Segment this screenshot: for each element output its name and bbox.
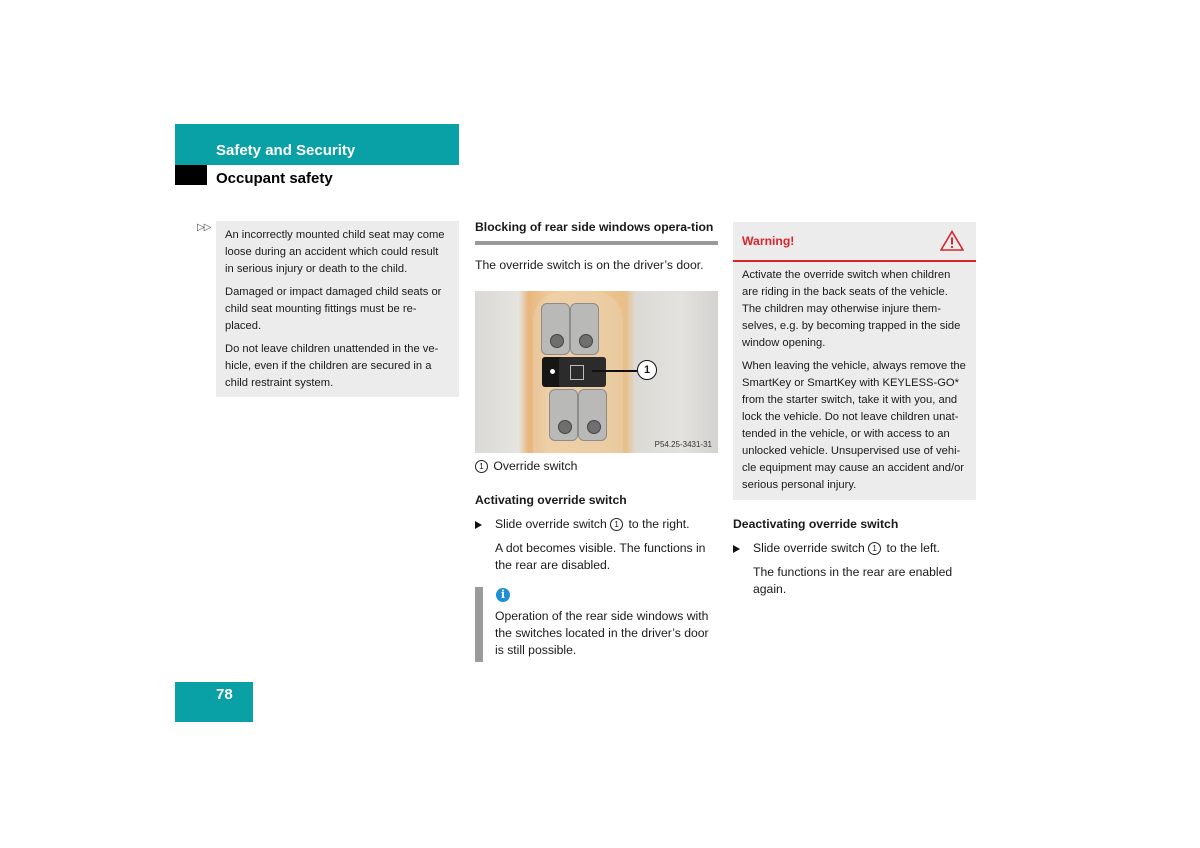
callout-ref: 1: [475, 460, 488, 473]
paragraph: Damaged or impact damaged child seats or…: [225, 286, 442, 332]
override-switch-figure: 1 P54.25-3431-31: [475, 291, 718, 453]
window-switch-front-left: [541, 303, 570, 355]
heading-rule: [475, 241, 718, 245]
deactivating-step: Slide override switch 1 to the left.: [733, 540, 976, 557]
indicator-dot: [550, 369, 555, 374]
window-switch-rear-left: [549, 389, 578, 441]
figure-code: P54.25-3431-31: [654, 440, 712, 449]
deactivating-heading: Deactivating override switch: [733, 517, 899, 531]
child-seat-warning-box: An incorrectly mounted child seat may co…: [216, 221, 459, 397]
activating-step: Slide override switch 1 to the right.: [475, 516, 718, 533]
bullet-arrow-icon: [733, 545, 740, 553]
window-switch-front-right: [570, 303, 599, 355]
warning-paragraph: When leaving the vehicle, always remove …: [742, 360, 966, 491]
callout-ref: 1: [610, 518, 624, 531]
page-number-box: [175, 682, 253, 722]
bullet-arrow-icon: [475, 521, 482, 529]
warning-header: Warning!: [733, 222, 976, 262]
override-switch: [542, 357, 606, 387]
paragraph: An incorrectly mounted child seat may co…: [225, 229, 445, 275]
callout-ref: 1: [868, 542, 882, 555]
callout-number: 1: [637, 360, 657, 380]
callout-line: [592, 370, 637, 372]
deactivating-result: The functions in the rear are enabled ag…: [753, 565, 953, 596]
intro-text: The override switch is on the driver’s d…: [475, 258, 704, 272]
child-lock-icon: [570, 365, 584, 380]
info-text: Operation of the rear side windows with …: [495, 609, 709, 657]
page-number: 78: [216, 686, 233, 703]
window-switch-rear-right: [578, 389, 607, 441]
deactivating-section: Deactivating override switch Slide overr…: [733, 516, 976, 598]
info-note: i Operation of the rear side windows wit…: [475, 587, 718, 662]
figure-caption: 1 Override switch: [475, 458, 718, 475]
subsection-marker: [175, 165, 207, 185]
activating-result: A dot becomes visible. The functions in …: [495, 541, 706, 572]
caption-text: Override switch: [493, 459, 578, 473]
continuation-marker-icon: ▷▷: [197, 222, 211, 233]
warning-triangle-icon: [940, 230, 964, 251]
section-heading: Blocking of rear side windows opera-tion: [475, 220, 714, 234]
subsection-title: Occupant safety: [216, 170, 333, 187]
activating-heading: Activating override switch: [475, 493, 627, 507]
paragraph: Do not leave children unattended in the …: [225, 343, 439, 389]
section-title: Safety and Security: [216, 142, 356, 159]
warning-title: Warning!: [742, 234, 795, 248]
activating-section: Activating override switch Slide overrid…: [475, 492, 718, 574]
info-bar: [475, 587, 483, 662]
warning-box: Warning! Activate the override switch wh…: [733, 222, 976, 500]
info-icon: i: [496, 588, 510, 602]
blocking-section: Blocking of rear side windows opera-tion…: [475, 219, 718, 274]
warning-paragraph: Activate the override switch when childr…: [742, 269, 961, 349]
